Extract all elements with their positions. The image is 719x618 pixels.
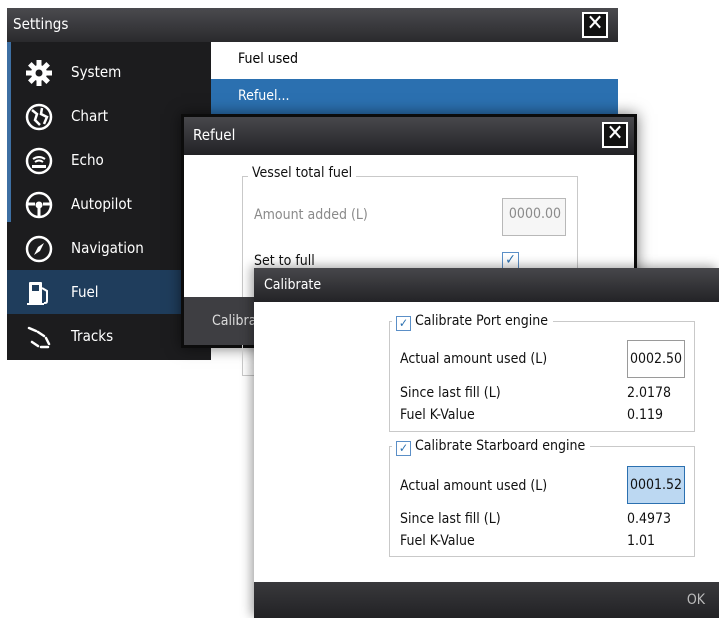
starboard-k-label: Fuel K-Value	[400, 533, 475, 549]
tracks-icon	[27, 326, 51, 349]
refuel-close-icon[interactable]: ✕	[602, 122, 628, 148]
sidebar-item-label: Echo	[71, 151, 104, 169]
calibrate-starboard-label: Calibrate Starboard engine	[415, 438, 586, 454]
set-to-full-checkbox[interactable]: ✓	[502, 252, 519, 269]
list-item-label: Refuel...	[238, 88, 290, 104]
sidebar-item-label: Fuel	[71, 283, 99, 301]
starboard-k-value: 1.01	[627, 533, 656, 549]
port-engine-group-header: ✓ Calibrate Port engine	[392, 313, 553, 331]
port-actual-input[interactable]: 0002.50	[627, 340, 685, 378]
calibrate-titlebar: Calibrate	[254, 268, 719, 302]
list-item-label: Fuel used	[238, 51, 299, 67]
amount-added-label: Amount added (L)	[254, 207, 368, 223]
steering-wheel-icon	[25, 191, 53, 219]
settings-close-icon[interactable]: ✕	[582, 12, 608, 38]
gear-icon	[26, 60, 52, 86]
sidebar-item-label: Navigation	[71, 239, 144, 257]
starboard-engine-group-header: ✓ Calibrate Starboard engine	[392, 438, 591, 456]
sidebar-scrollbar[interactable]	[7, 42, 11, 222]
calibrate-title: Calibrate	[264, 277, 322, 293]
calibrate-port-checkbox[interactable]: ✓	[396, 316, 411, 331]
sidebar-item-label: Chart	[71, 107, 109, 125]
calibrate-footer: OK	[254, 582, 719, 618]
port-k-label: Fuel K-Value	[400, 407, 475, 423]
starboard-since-label: Since last fill (L)	[400, 511, 501, 527]
list-item-refuel[interactable]: Refuel...	[211, 79, 618, 116]
list-item-fuel-used[interactable]: Fuel used	[211, 42, 618, 79]
settings-titlebar: Settings ✕	[7, 8, 618, 42]
port-since-label: Since last fill (L)	[400, 385, 501, 401]
sidebar-item-label: System	[71, 63, 122, 81]
port-actual-label: Actual amount used (L)	[400, 351, 548, 367]
echo-icon	[25, 147, 53, 175]
calibrate-dialog: Calibrate ✓ Calibrate Port engine Actual …	[254, 268, 719, 618]
port-k-value: 0.119	[627, 407, 664, 423]
calibrate-starboard-checkbox[interactable]: ✓	[396, 441, 411, 456]
port-since-value: 2.0178	[627, 385, 672, 401]
sidebar-item-system[interactable]: System	[7, 50, 211, 94]
vessel-total-fuel-title: Vessel total fuel	[248, 165, 357, 181]
ok-button[interactable]: OK	[687, 592, 705, 608]
chart-icon	[25, 103, 53, 131]
refuel-titlebar: Refuel ✕	[184, 117, 634, 155]
settings-title: Settings	[13, 15, 69, 33]
compass-icon	[25, 235, 53, 263]
starboard-actual-input[interactable]: 0001.52	[627, 466, 685, 504]
sidebar-item-label: Tracks	[71, 327, 114, 345]
sidebar-item-label: Autopilot	[71, 195, 132, 213]
set-to-full-label: Set to full	[254, 253, 315, 269]
calibrate-port-label: Calibrate Port engine	[415, 313, 548, 329]
starboard-actual-label: Actual amount used (L)	[400, 478, 548, 494]
starboard-since-value: 0.4973	[627, 511, 672, 527]
amount-added-input[interactable]: 0000.00	[502, 198, 566, 236]
refuel-title: Refuel	[193, 126, 236, 144]
fuel-pump-icon	[27, 282, 48, 305]
